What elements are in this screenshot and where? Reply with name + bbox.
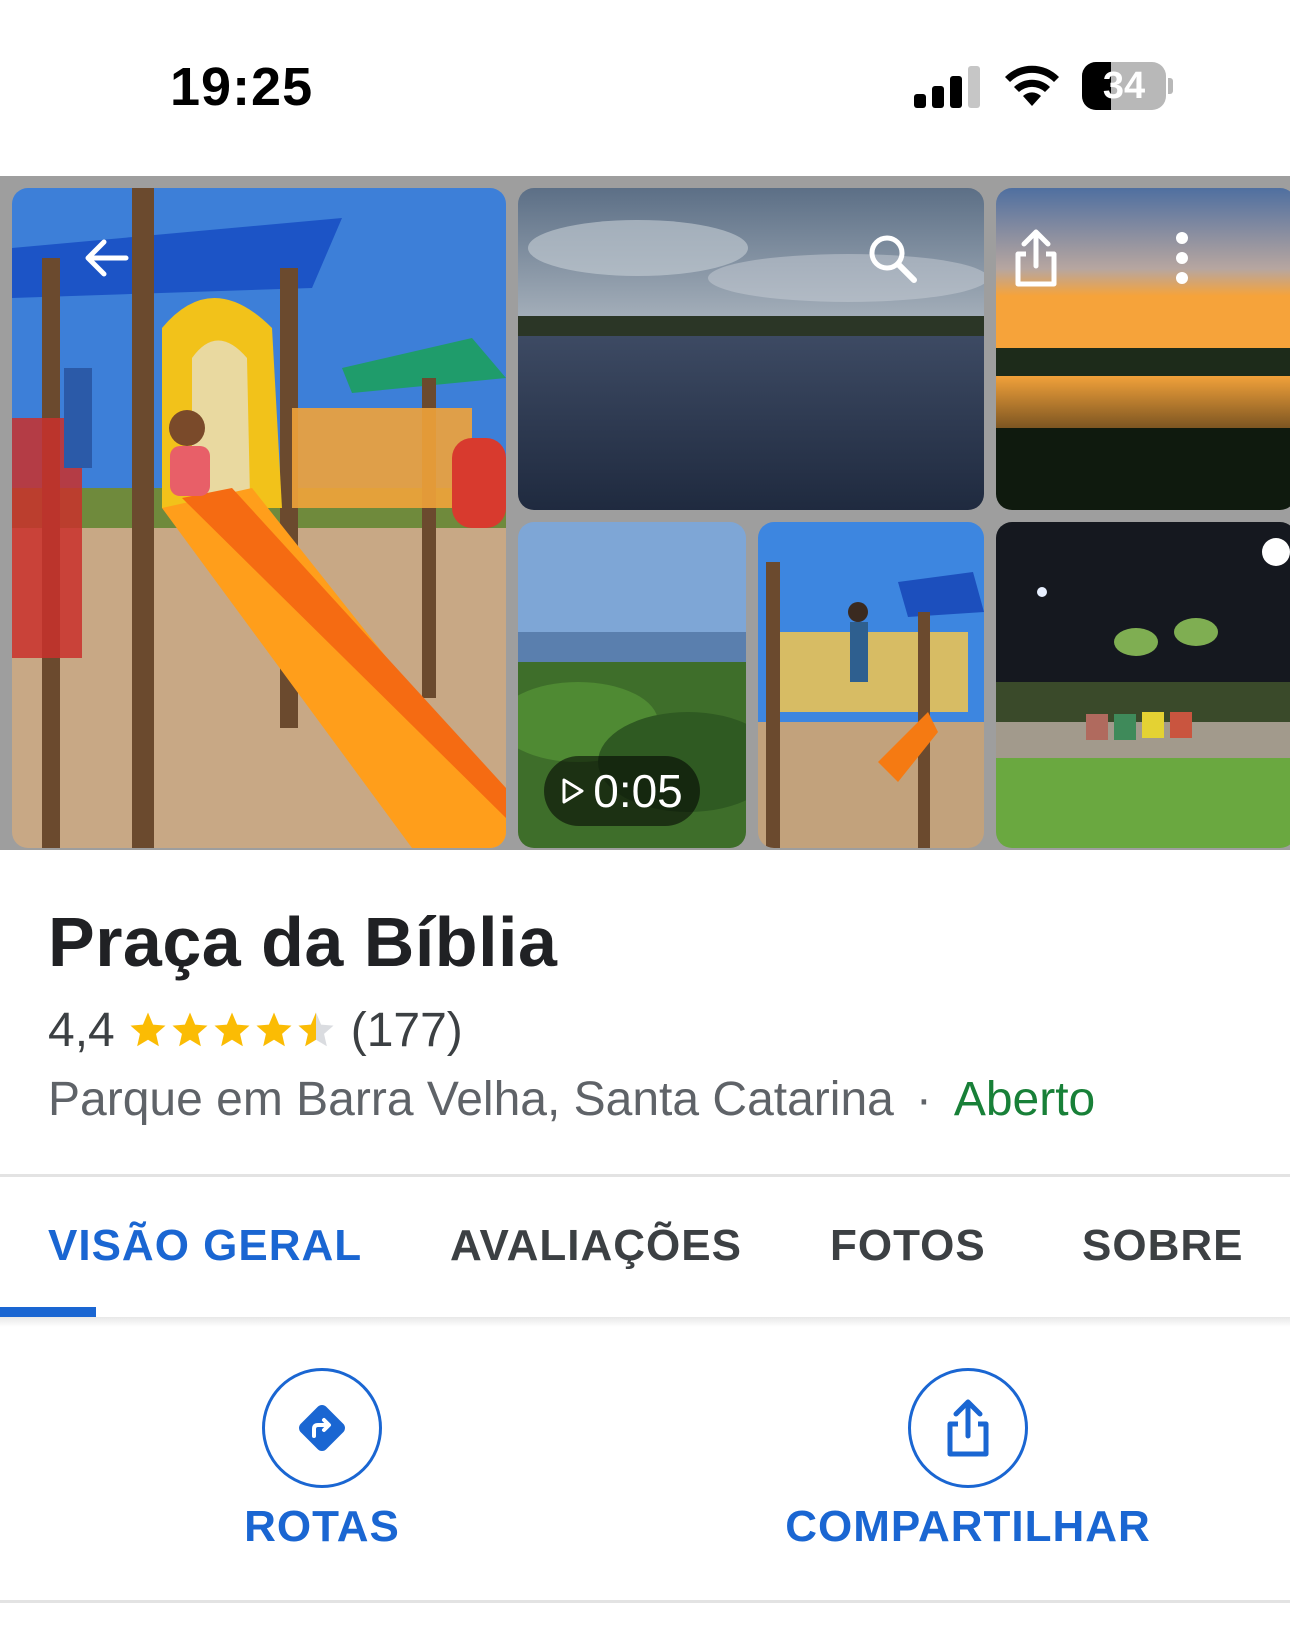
- tab-bar: VISÃO GERAL AVALIAÇÕES FOTOS SOBRE: [0, 1177, 1290, 1317]
- star-icon: [130, 1012, 166, 1047]
- status-bar: 19:25 34: [0, 0, 1290, 176]
- photo-lake[interactable]: [518, 188, 984, 510]
- share-label: COMPARTILHAR: [785, 1502, 1151, 1551]
- separator-dot: ·: [915, 1073, 932, 1126]
- more-options-button[interactable]: [1142, 218, 1222, 298]
- share-circle[interactable]: [908, 1368, 1028, 1488]
- photo-sunset[interactable]: [996, 188, 1290, 510]
- wifi-icon: [1005, 65, 1059, 106]
- photo-playground-slide[interactable]: [12, 188, 506, 848]
- signal-icon: [914, 66, 980, 108]
- open-status[interactable]: Aberto: [954, 1073, 1095, 1126]
- tab-photos[interactable]: FOTOS: [830, 1221, 986, 1271]
- divider-bottom: [0, 1600, 1290, 1603]
- battery-icon: 34: [1082, 62, 1173, 110]
- rating-value: 4,4: [48, 1003, 115, 1057]
- photo-night-park[interactable]: [996, 522, 1290, 848]
- place-title: Praça da Bíblia: [48, 903, 558, 981]
- tab-about[interactable]: SOBRE: [1082, 1221, 1243, 1271]
- tab-reviews[interactable]: AVALIAÇÕES: [450, 1221, 742, 1271]
- share-button[interactable]: COMPARTILHAR: [768, 1368, 1168, 1552]
- more-vert-icon: [1176, 232, 1188, 284]
- photo-gallery[interactable]: [0, 176, 1290, 850]
- share-icon: [1015, 229, 1057, 287]
- star-icon: [214, 1012, 250, 1047]
- star-icon: [172, 1012, 208, 1047]
- review-count[interactable]: (177): [351, 1003, 463, 1058]
- video-duration: 0:05: [593, 765, 683, 817]
- search-icon: [869, 235, 917, 283]
- search-button[interactable]: [852, 218, 932, 298]
- star-icon: [256, 1012, 292, 1047]
- directions-label: ROTAS: [244, 1502, 400, 1551]
- tab-overview[interactable]: VISÃO GERAL: [48, 1221, 362, 1271]
- directions-button[interactable]: ROTAS: [222, 1368, 422, 1552]
- directions-circle[interactable]: [262, 1368, 382, 1488]
- tab-bar-shadow: [0, 1317, 1290, 1327]
- video-duration-badge[interactable]: 0:05: [544, 756, 700, 826]
- share-photo-button[interactable]: [996, 218, 1076, 298]
- rating-stars: [127, 1009, 337, 1051]
- status-time: 19:25: [170, 57, 314, 117]
- share-icon: [947, 1399, 989, 1457]
- active-tab-indicator: [0, 1307, 96, 1317]
- half-star-icon: [298, 1012, 334, 1047]
- photo-playground-child[interactable]: [758, 522, 984, 848]
- battery-level: 34: [1102, 65, 1146, 107]
- back-arrow-icon: [85, 239, 129, 277]
- directions-icon: [299, 1405, 345, 1451]
- back-button[interactable]: [66, 218, 146, 298]
- rating-row[interactable]: 4,4 (177): [48, 1000, 463, 1060]
- place-category: Parque em Barra Velha, Santa Catarina: [48, 1073, 894, 1126]
- category-row: Parque em Barra Velha, Santa Catarina · Ab…: [48, 1072, 1095, 1127]
- play-icon: [562, 778, 584, 804]
